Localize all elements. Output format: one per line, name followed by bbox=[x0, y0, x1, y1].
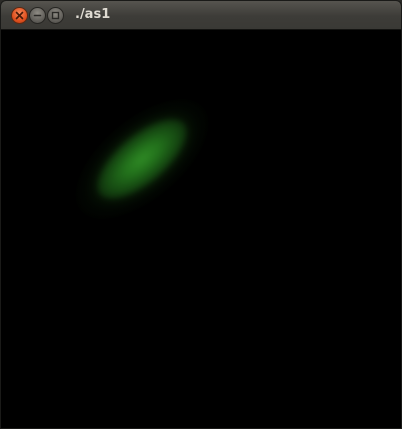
app-window: ./as1 bbox=[0, 0, 402, 429]
green-blob bbox=[55, 76, 229, 242]
title-bar[interactable]: ./as1 bbox=[1, 1, 401, 30]
minimize-icon bbox=[33, 11, 42, 20]
maximize-icon bbox=[51, 11, 60, 20]
render-canvas[interactable] bbox=[1, 30, 401, 428]
window-title: ./as1 bbox=[75, 7, 111, 22]
maximize-button[interactable] bbox=[47, 7, 64, 24]
close-button[interactable] bbox=[11, 7, 28, 24]
minimize-button[interactable] bbox=[29, 7, 46, 24]
close-icon bbox=[15, 11, 24, 20]
